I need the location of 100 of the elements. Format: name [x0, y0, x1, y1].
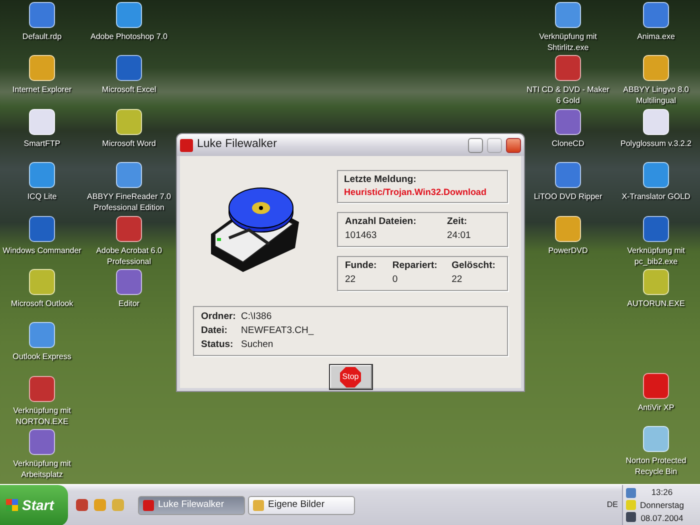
app-icon: [29, 429, 55, 456]
desktop-shortcut[interactable]: Adobe Photoshop 7.0: [84, 2, 174, 42]
app-icon: [643, 2, 669, 28]
desktop-shortcut[interactable]: SmartFTP: [1, 108, 83, 149]
quick-launch-icon[interactable]: [94, 499, 106, 511]
app-icon: [180, 138, 193, 152]
app-icon: [29, 2, 55, 28]
language-indicator[interactable]: DE: [606, 499, 618, 511]
desktop-shortcut[interactable]: Anima.exe: [612, 2, 700, 42]
desktop-shortcut[interactable]: Microsoft Excel: [84, 55, 174, 96]
desktop-shortcut[interactable]: Verknüpfung mit Shtirlitz.exe: [526, 2, 610, 53]
app-icon: [29, 269, 55, 295]
shortcut-label: Editor: [118, 298, 140, 309]
desktop-shortcut[interactable]: Microsoft Outlook: [1, 269, 83, 309]
desktop-shortcut[interactable]: NTI CD & DVD - Maker 6 Gold: [526, 55, 610, 106]
desktop-shortcut[interactable]: LiTOO DVD Ripper: [526, 162, 610, 202]
clock-text: 08.07.2004: [640, 512, 684, 524]
desktop-shortcut[interactable]: Norton Protected Recycle Bin: [612, 426, 700, 478]
message-label: Letzte Meldung:: [344, 174, 418, 186]
shortcut-label: Microsoft Outlook: [10, 298, 74, 309]
shortcut-label: Adobe Acrobat 6.0 Professional: [95, 244, 163, 267]
app-icon: [643, 216, 669, 242]
field-label: Status:: [201, 338, 234, 352]
app-icon: [29, 376, 55, 402]
app-icon: [555, 55, 581, 82]
shortcut-label: Verknüpfung mit Shtirlitz.exe: [538, 31, 598, 53]
windows-logo-icon: [6, 499, 18, 511]
field-label: Datei:: [201, 324, 228, 338]
shortcut-label: Norton Protected Recycle Bin: [624, 455, 688, 478]
shortcut-label: Anima.exe: [637, 31, 675, 42]
close-button[interactable]: [506, 138, 521, 152]
desktop-shortcut[interactable]: Verknüpfung mit NORTON.EXE: [1, 376, 83, 427]
app-icon: [116, 216, 142, 242]
field-label: Anzahl Dateien:: [345, 216, 418, 228]
app-icon: [643, 55, 669, 82]
stop-button[interactable]: Stop: [328, 364, 372, 390]
desktop-shortcut[interactable]: AntiVir XP: [612, 373, 700, 413]
field-value: 101463: [345, 230, 378, 242]
app-icon: [29, 55, 55, 82]
app-icon: [116, 108, 142, 135]
desktop-shortcut[interactable]: Windows Commander: [1, 216, 83, 256]
shortcut-label: ABBYY Lingvo 8.0 Multilingual: [622, 84, 690, 106]
quick-launch-icon[interactable]: [76, 499, 88, 511]
taskbar-button[interactable]: Eigene Bilder: [248, 496, 355, 514]
field-value: NEWFEAT3.CH_: [241, 324, 314, 338]
shortcut-label: Default.rdp: [22, 31, 62, 42]
field-value: 22: [345, 274, 357, 286]
shortcut-label: Windows Commander: [2, 244, 82, 256]
shortcut-label: SmartFTP: [24, 138, 60, 149]
shortcut-label: Microsoft Excel: [102, 84, 156, 96]
field-label: Repariert:: [392, 260, 438, 272]
desktop-shortcut[interactable]: ABBYY Lingvo 8.0 Multilingual: [612, 55, 700, 106]
app-icon: [29, 162, 55, 188]
app-icon: [555, 108, 581, 135]
desktop-shortcut[interactable]: X-Translator GOLD: [612, 162, 700, 202]
desktop-shortcut[interactable]: Verknüpfung mit Arbeitsplatz: [1, 429, 83, 480]
app-icon: [116, 162, 142, 188]
desktop-shortcut[interactable]: ABBYY FineReader 7.0 Professional Edition: [84, 162, 174, 214]
desktop-shortcut[interactable]: AUTORUN.EXE: [612, 269, 700, 309]
app-icon: [643, 162, 669, 188]
desktop-shortcut[interactable]: Editor: [84, 269, 174, 309]
shortcut-label: ABBYY FineReader 7.0 Professional Edition: [86, 191, 172, 214]
desktop-shortcut[interactable]: Adobe Acrobat 6.0 Professional: [84, 216, 174, 267]
shortcut-label: AntiVir XP: [638, 402, 674, 413]
field-value: 24:01: [447, 230, 472, 242]
desktop-shortcut[interactable]: Polyglossum v.3.2.2: [612, 108, 700, 149]
desktop-shortcut[interactable]: Microsoft Word: [84, 108, 174, 149]
app-icon: [29, 322, 55, 348]
field-label: Funde:: [345, 260, 378, 272]
field-value: C:\I386: [241, 310, 272, 324]
app-icon: [143, 500, 154, 510]
field-value: 22: [452, 274, 464, 286]
shortcut-label: Adobe Photoshop 7.0: [90, 31, 168, 42]
shortcut-label: ICQ Lite: [27, 191, 57, 202]
app-icon: [643, 426, 669, 452]
shortcut-label: Microsoft Word: [102, 138, 156, 149]
desktop-shortcut[interactable]: Default.rdp: [1, 2, 83, 42]
shortcut-label: PowerDVD: [548, 244, 588, 256]
clock-text: 13:26: [650, 486, 674, 498]
desktop-shortcut[interactable]: PowerDVD: [526, 216, 610, 256]
shortcut-label: Polyglossum v.3.2.2: [620, 138, 692, 149]
shortcut-label: Verknüpfung mit NORTON.EXE: [12, 404, 72, 427]
field-label: Zeit:: [447, 216, 468, 228]
field-value: Suchen: [241, 338, 274, 352]
app-icon: [29, 216, 55, 242]
desktop-shortcut[interactable]: Verknüpfung mit pc_bib2.exe: [612, 216, 700, 267]
desktop-shortcut[interactable]: CloneCD: [526, 108, 610, 149]
app-icon: [116, 2, 142, 28]
app-icon: [253, 500, 264, 510]
desktop-shortcut[interactable]: Internet Explorer: [1, 55, 83, 96]
minimize-button[interactable]: [468, 138, 483, 152]
start-button[interactable]: Start: [0, 484, 68, 525]
desktop-shortcut[interactable]: Outlook Express: [1, 322, 83, 362]
shortcut-label: Verknüpfung mit pc_bib2.exe: [626, 244, 686, 267]
desktop-shortcut[interactable]: ICQ Lite: [1, 162, 83, 202]
field-label: Gelöscht:: [452, 260, 496, 272]
app-icon: [555, 162, 581, 188]
app-icon: [643, 373, 669, 399]
app-icon: [29, 108, 55, 135]
app-icon: [555, 2, 581, 28]
